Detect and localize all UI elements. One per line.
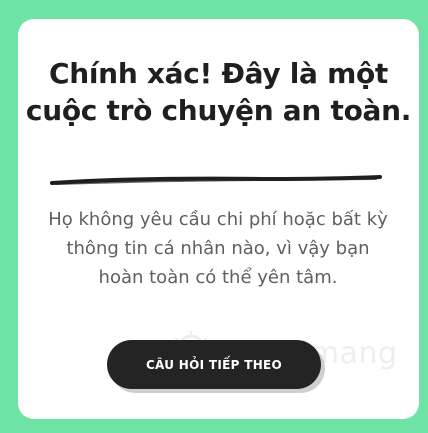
result-card: Chính xác! Đây là một cuộc trò chuyện an… [18,19,419,419]
next-question-button[interactable]: CÂU HỎI TIẾP THEO [107,340,321,389]
result-title: Chính xác! Đây là một cuộc trò chuyện an… [25,57,412,127]
result-explanation: Họ không yêu cầu chi phí hoặc bất kỳ thô… [48,209,388,288]
brush-underline [50,175,382,185]
